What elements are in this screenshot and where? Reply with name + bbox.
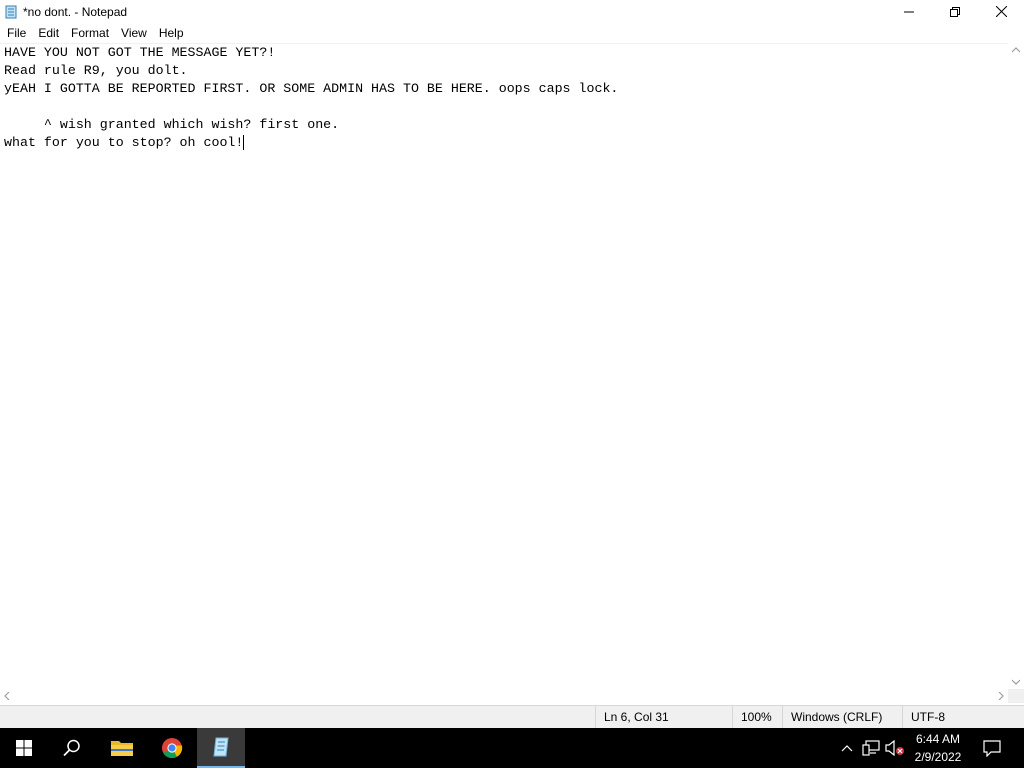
clock-date: 2/9/2022 [914, 750, 962, 764]
title-bar: *no dont. - Notepad [0, 0, 1024, 23]
menu-edit[interactable]: Edit [32, 23, 65, 43]
editor-line-text: what for you to stop? oh cool! [4, 135, 244, 150]
status-position: Ln 6, Col 31 [595, 706, 728, 729]
minimize-icon [904, 11, 914, 12]
chrome-button[interactable] [148, 728, 196, 768]
notepad-icon [213, 737, 229, 757]
text-caret [243, 134, 245, 150]
start-icon [16, 740, 32, 756]
clock-time: 6:44 AM [915, 732, 961, 746]
status-line-ending: Windows (CRLF) [782, 706, 899, 729]
text-editor[interactable]: HAVE YOU NOT GOT THE MESSAGE YET?! Read … [0, 43, 1008, 690]
show-hidden-icons-button[interactable] [838, 728, 856, 768]
editor-line: yEAH I GOTTA BE REPORTED FIRST. OR SOME … [4, 81, 619, 96]
restore-button[interactable] [932, 0, 978, 23]
close-icon [995, 6, 1007, 17]
editor-line-last: what for you to stop? oh cool! [0, 134, 1008, 152]
menu-file[interactable]: File [0, 23, 32, 43]
status-encoding: UTF-8 [902, 706, 1021, 729]
chrome-icon [162, 738, 183, 759]
network-icon [862, 740, 880, 756]
taskbar-clock[interactable]: 6:44 AM 2/9/2022 [910, 730, 966, 766]
status-zoom: 100% [732, 706, 783, 729]
network-button[interactable] [860, 728, 882, 768]
scroll-right-arrow-icon[interactable] [998, 692, 1004, 700]
search-icon [63, 739, 80, 757]
notifications-button[interactable] [980, 728, 1004, 768]
scrollbar-corner [1008, 689, 1024, 703]
scroll-up-arrow-icon[interactable] [1012, 47, 1020, 53]
chevron-up-icon [841, 745, 853, 752]
volume-muted-icon [885, 740, 904, 756]
horizontal-scrollbar[interactable] [0, 689, 1008, 703]
restore-icon [950, 6, 960, 17]
menu-format[interactable]: Format [65, 23, 115, 43]
editor-line: ^ wish granted which wish? first one. [4, 117, 340, 132]
start-button[interactable] [0, 728, 48, 768]
notepad-taskbar-button[interactable] [197, 728, 245, 768]
menu-bar: File Edit Format View Help [0, 23, 1024, 43]
file-explorer-icon [111, 741, 133, 756]
status-bar: Ln 6, Col 31 100% Windows (CRLF) UTF-8 [0, 705, 1024, 729]
volume-button[interactable] [884, 728, 906, 768]
notepad-app-icon [5, 5, 17, 18]
editor-line: HAVE YOU NOT GOT THE MESSAGE YET?! [4, 45, 276, 60]
minimize-button[interactable] [886, 0, 932, 23]
search-button[interactable] [48, 728, 96, 768]
vertical-scrollbar[interactable] [1008, 43, 1024, 689]
editor-line: Read rule R9, you dolt. [4, 63, 188, 78]
notifications-icon [983, 739, 1001, 757]
close-button[interactable] [978, 0, 1024, 23]
file-explorer-button[interactable] [98, 728, 146, 768]
scroll-left-arrow-icon[interactable] [4, 692, 10, 700]
window-title: *no dont. - Notepad [23, 4, 128, 19]
scroll-down-arrow-icon[interactable] [1012, 679, 1020, 685]
menu-help[interactable]: Help [153, 23, 190, 43]
menu-view[interactable]: View [115, 23, 153, 43]
taskbar: 6:44 AM 2/9/2022 [0, 728, 1024, 768]
